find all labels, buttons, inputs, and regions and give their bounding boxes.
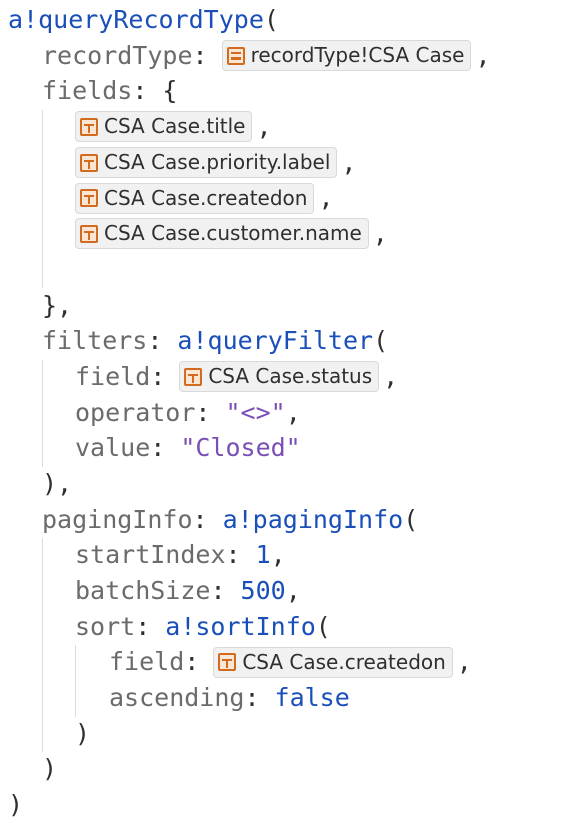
comma: , xyxy=(270,540,286,570)
code-line: operator: "<>", xyxy=(8,395,558,431)
record-field-icon xyxy=(80,153,98,172)
code-line: ), xyxy=(8,466,558,502)
code-line: ) xyxy=(8,751,558,787)
close-paren: ) xyxy=(42,754,58,784)
comma: , xyxy=(318,183,334,213)
string-literal: "Closed" xyxy=(180,433,301,463)
close-paren: ) xyxy=(75,718,91,748)
comma: , xyxy=(475,40,491,70)
param-key: pagingInfo xyxy=(42,504,193,534)
record-field-chip[interactable]: CSA Case.status xyxy=(179,361,380,393)
colon: : xyxy=(135,611,151,641)
close-paren: ), xyxy=(42,468,73,498)
comma: , xyxy=(256,112,272,142)
param-key: field xyxy=(109,647,185,677)
open-paren: ( xyxy=(403,504,419,534)
code-line: value: "Closed" xyxy=(8,430,558,466)
colon: : xyxy=(210,576,226,605)
param-key: sort xyxy=(75,611,136,641)
number-literal: 1 xyxy=(255,540,271,570)
param-key: recordType xyxy=(42,40,193,70)
code-line: recordType: recordType!CSA Case , xyxy=(8,38,558,74)
function-name: a!sortInfo xyxy=(165,611,316,641)
code-line: field: CSA Case.createdon , xyxy=(8,644,558,680)
code-line: sort: a!sortInfo( xyxy=(8,609,558,645)
code-line: }, xyxy=(8,288,558,324)
colon: : xyxy=(225,540,241,570)
number-literal: 500 xyxy=(240,576,286,605)
open-paren: ( xyxy=(315,611,331,641)
chip-label: CSA Case.status xyxy=(208,364,373,389)
colon: : xyxy=(244,683,260,713)
colon: : xyxy=(195,397,211,427)
colon: : xyxy=(150,433,166,463)
code-line: pagingInfo: a!pagingInfo( xyxy=(8,502,558,538)
record-field-chip[interactable]: CSA Case.createdon xyxy=(213,646,453,678)
chip-label: recordType!CSA Case xyxy=(250,43,465,68)
record-field-icon xyxy=(80,224,98,243)
colon: : xyxy=(150,361,166,391)
colon: : xyxy=(147,326,163,356)
function-name: a!pagingInfo xyxy=(222,504,404,534)
chip-label: CSA Case.createdon xyxy=(104,185,308,210)
chip-label: CSA Case.createdon xyxy=(242,649,446,674)
colon: : xyxy=(192,504,208,534)
record-field-chip[interactable]: CSA Case.priority.label xyxy=(75,147,338,179)
record-field-icon xyxy=(80,117,98,136)
colon: : xyxy=(184,647,200,677)
param-key: operator xyxy=(75,397,196,427)
record-field-icon xyxy=(218,653,237,672)
comma: , xyxy=(285,576,301,605)
record-field-chip[interactable]: CSA Case.customer.name xyxy=(75,218,369,250)
record-field-chip[interactable]: CSA Case.createdon xyxy=(75,182,315,214)
brace-close: }, xyxy=(42,290,73,320)
code-line: a!queryRecordType( xyxy=(8,2,558,38)
record-type-chip[interactable]: recordType!CSA Case xyxy=(221,40,472,72)
record-field-icon xyxy=(184,367,203,386)
colon: : xyxy=(192,40,208,70)
code-line: CSA Case.title , xyxy=(8,109,558,145)
code-line: CSA Case.createdon , xyxy=(8,180,558,216)
code-line: filters: a!queryFilter( xyxy=(8,323,558,359)
param-key: filters xyxy=(42,326,148,356)
param-key: value xyxy=(75,433,151,463)
code-line: field: CSA Case.status , xyxy=(8,359,558,395)
comma: , xyxy=(285,397,301,427)
chip-label: CSA Case.customer.name xyxy=(104,221,362,246)
record-type-icon xyxy=(226,46,245,65)
record-field-icon xyxy=(80,189,98,208)
code-line: fields: { xyxy=(8,73,558,109)
close-paren: ) xyxy=(8,790,24,820)
param-key: ascending xyxy=(109,683,245,713)
string-literal: "<>" xyxy=(225,397,286,427)
brace-open: { xyxy=(162,76,178,106)
code-line: batchSize:500, xyxy=(8,573,558,609)
code-line: ) xyxy=(8,716,558,752)
comma: , xyxy=(372,219,388,249)
param-key: startIndex xyxy=(75,540,226,570)
colon: : xyxy=(132,76,148,106)
open-paren: ( xyxy=(263,5,279,34)
function-name: a!queryRecordType xyxy=(8,5,264,34)
function-name: a!queryFilter xyxy=(177,326,374,356)
param-key: field xyxy=(75,361,151,391)
param-key: fields xyxy=(42,76,133,106)
comma: , xyxy=(383,361,399,391)
open-paren: ( xyxy=(373,326,389,356)
code-editor[interactable]: a!queryRecordType( recordType: recordTyp… xyxy=(8,2,558,819)
code-line: CSA Case.customer.name , xyxy=(8,216,558,252)
code-line: ) xyxy=(8,787,558,823)
chip-label: CSA Case.priority.label xyxy=(104,150,331,175)
record-field-chip[interactable]: CSA Case.title xyxy=(75,111,253,143)
boolean-literal: false xyxy=(274,683,350,713)
comma: , xyxy=(341,147,357,177)
code-line: startIndex:1, xyxy=(8,537,558,573)
chip-label: CSA Case.title xyxy=(104,114,246,139)
code-line: CSA Case.priority.label , xyxy=(8,145,558,181)
param-key: batchSize xyxy=(75,576,211,605)
comma: , xyxy=(456,647,472,677)
code-line: ascending: false xyxy=(8,680,558,716)
